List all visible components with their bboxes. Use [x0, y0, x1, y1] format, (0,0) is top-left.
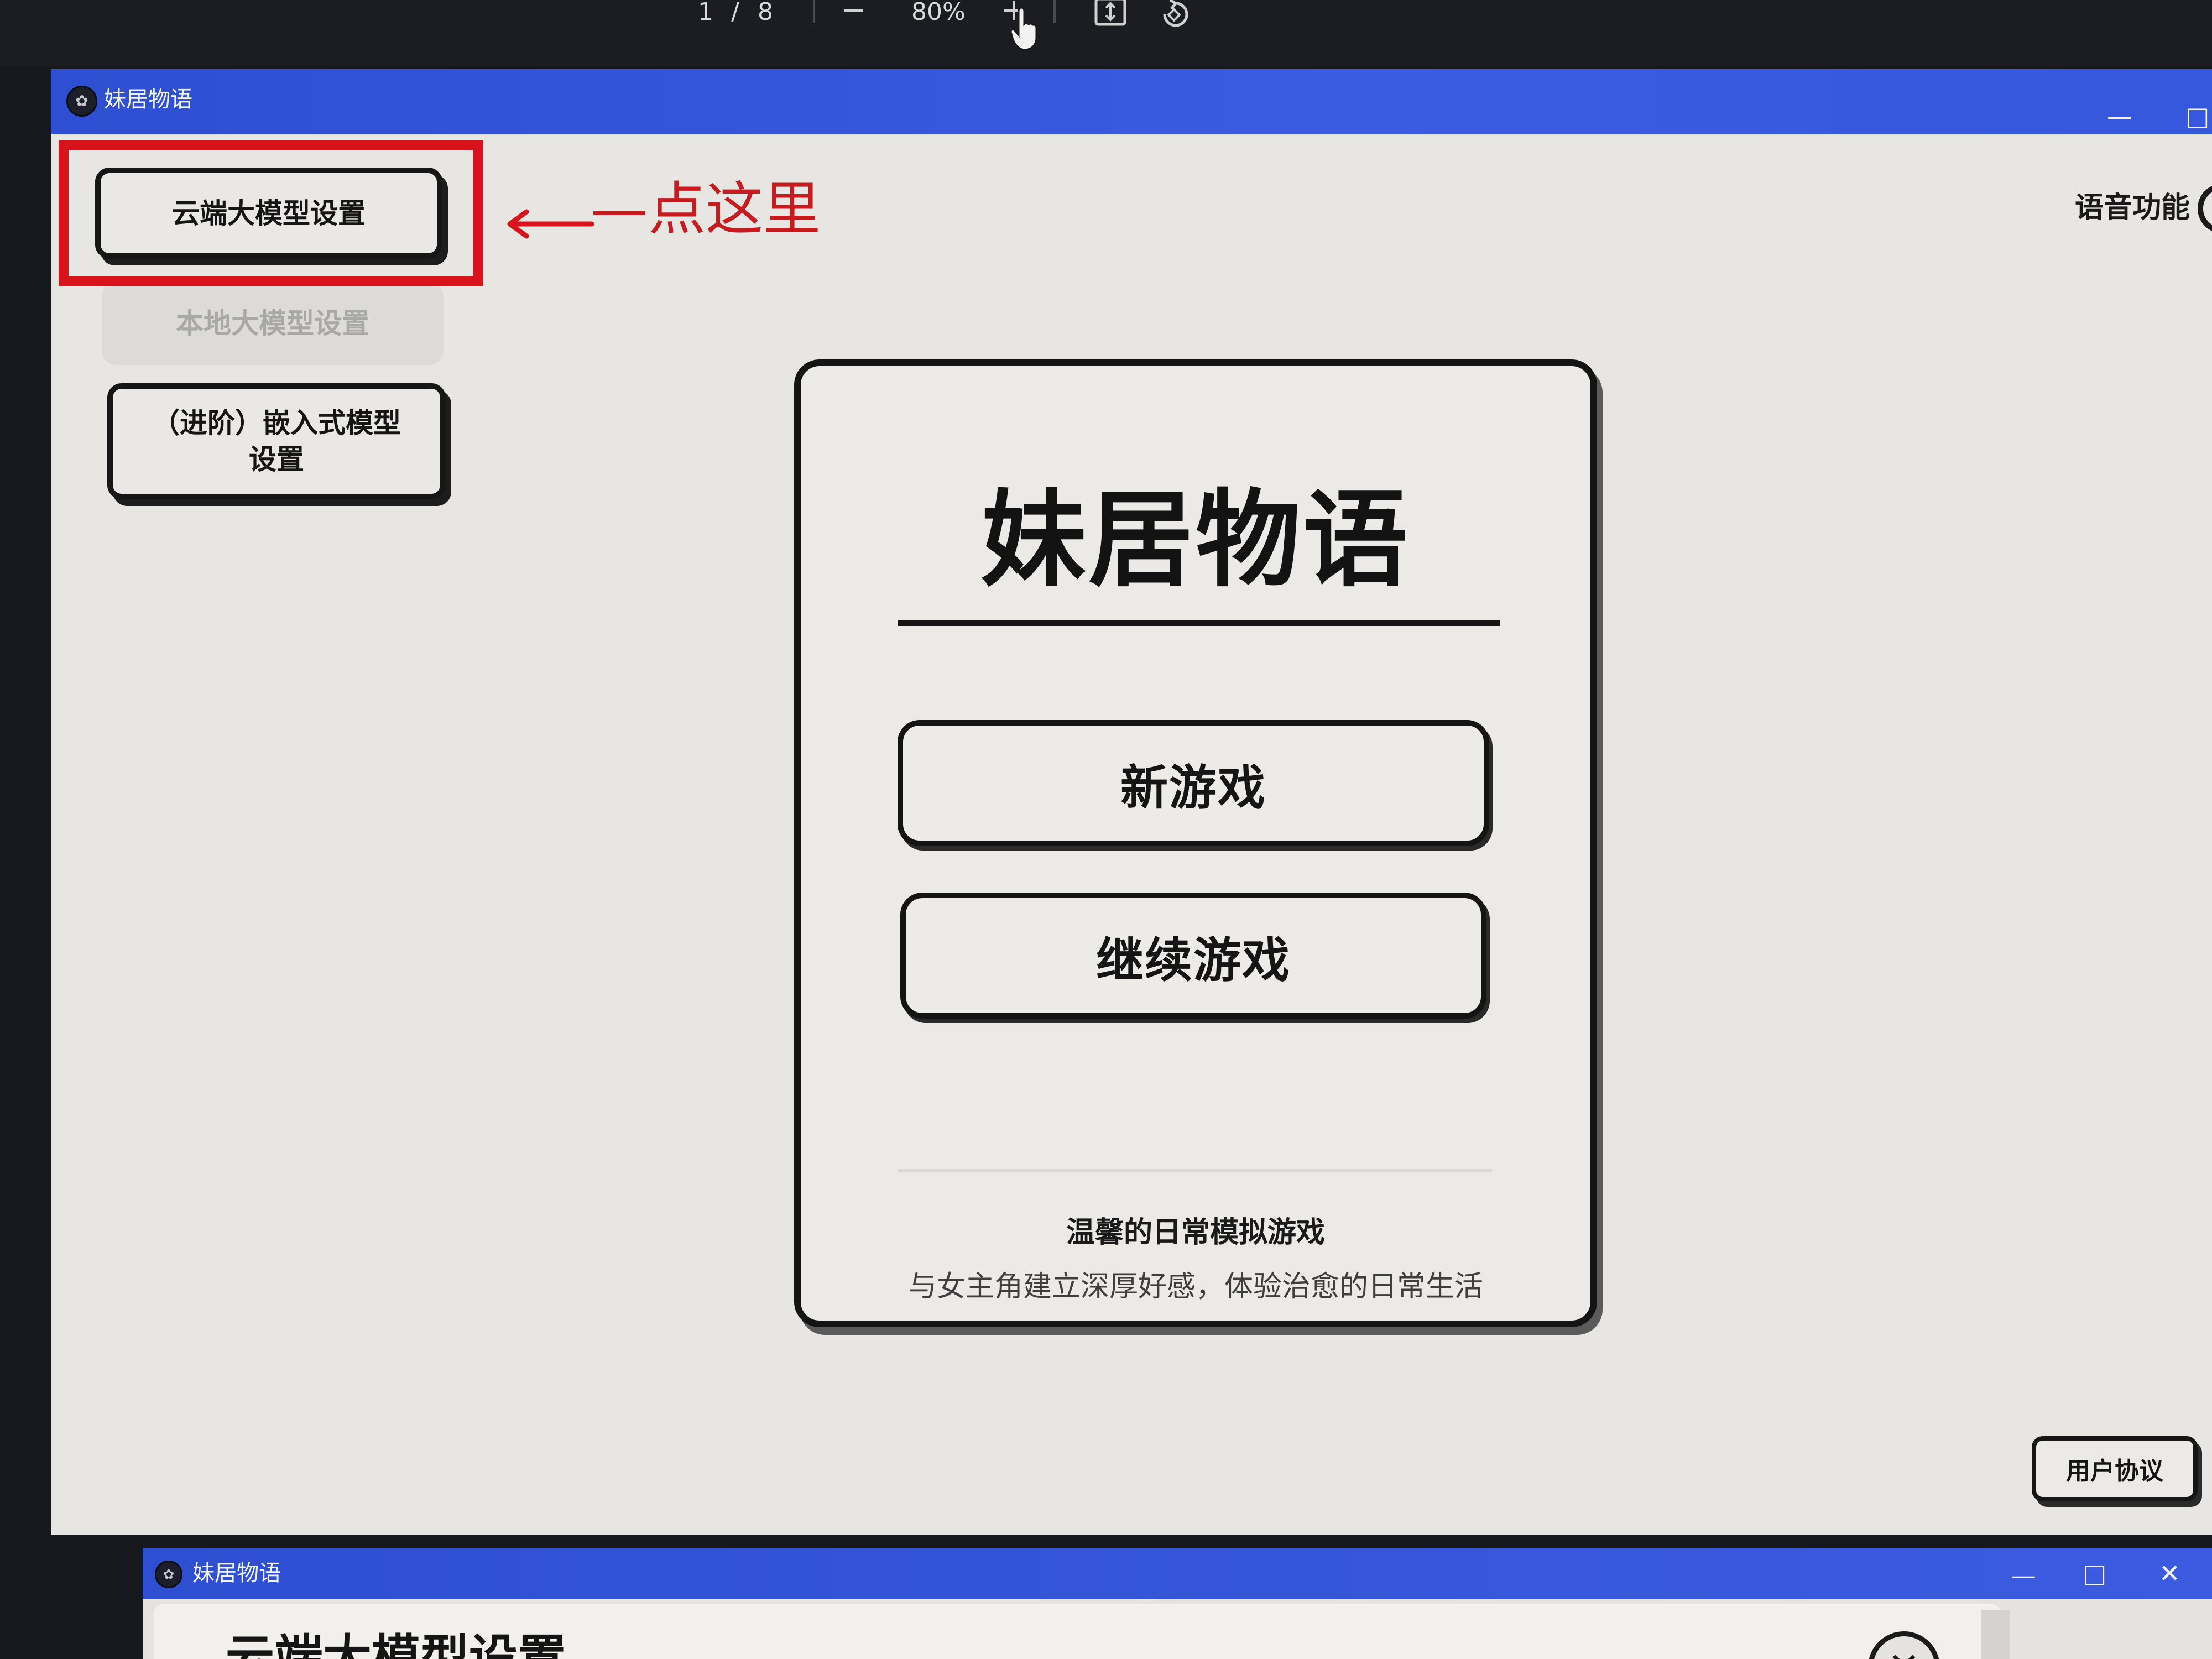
- total-pages: 8: [758, 0, 773, 26]
- continue-game-label: 继续游戏: [1096, 932, 1291, 988]
- new-game-button[interactable]: 新游戏: [898, 720, 1489, 846]
- tagline: 温馨的日常模拟游戏: [1066, 1216, 1325, 1249]
- settings-window: ✿ 妹居物语 — □ ✕ 云端大模型设置 ✕: [143, 1548, 2212, 1659]
- embedded-model-settings-button[interactable]: （进阶）嵌入式模型 设置: [107, 383, 446, 499]
- toolbar-divider: [813, 0, 815, 23]
- continue-game-button[interactable]: 继续游戏: [900, 893, 1486, 1019]
- embedded-model-line2: 设置: [249, 444, 304, 476]
- main-menu-card: 妹居物语 新游戏 继续游戏 温馨的日常模拟游戏 与女主角建立深厚好感，体验治愈的…: [794, 359, 1597, 1327]
- settings-heading: 云端大模型设置: [226, 1629, 567, 1659]
- app-icon: ✿: [66, 86, 97, 117]
- local-model-settings-button[interactable]: 本地大模型设置: [102, 282, 444, 365]
- toolbar-divider: [1053, 0, 1056, 23]
- new-game-label: 新游戏: [1120, 760, 1266, 816]
- main-game-window: ✿ 妹居物语 — □ 云端大模型设置 本地大模型设置 （进阶）嵌入式模型 设置 …: [51, 69, 2212, 1535]
- minus-icon[interactable]: −: [841, 0, 867, 26]
- footer-divider: [898, 1169, 1492, 1172]
- voice-feature-label: 语音功能: [2075, 191, 2190, 225]
- zoom-level[interactable]: 80%: [911, 0, 966, 28]
- annotation-highlight-box: [59, 140, 483, 286]
- minimize-button[interactable]: —: [2107, 102, 2132, 130]
- title-divider: [898, 620, 1500, 626]
- maximize-button[interactable]: □: [2185, 102, 2209, 130]
- scrollbar[interactable]: [1981, 1610, 2010, 1659]
- annotation-text: —点这里: [591, 175, 821, 243]
- fit-page-icon[interactable]: [1094, 0, 1127, 30]
- settings-window-title-bar[interactable]: ✿ 妹居物语 — □ ✕: [143, 1548, 2212, 1599]
- game-title: 妹居物语: [980, 479, 1410, 601]
- pointer-cursor-icon: [1010, 7, 1037, 53]
- user-agreement-label: 用户协议: [2066, 1457, 2163, 1485]
- title-bar[interactable]: ✿ 妹居物语 — □: [51, 69, 2212, 134]
- window-title: 妹居物语: [104, 87, 192, 112]
- current-page[interactable]: 1: [698, 0, 713, 28]
- annotation-arrow-icon: [505, 207, 594, 243]
- app-icon: ✿: [155, 1561, 182, 1588]
- subtagline: 与女主角建立深厚好感，体验治愈的日常生活: [907, 1270, 1483, 1303]
- local-model-settings-label: 本地大模型设置: [176, 307, 369, 340]
- embedded-model-line1: （进阶）嵌入式模型: [152, 407, 401, 439]
- rotate-icon[interactable]: [1158, 0, 1192, 32]
- user-agreement-button[interactable]: 用户协议: [2032, 1436, 2198, 1501]
- maximize-button[interactable]: □: [2083, 1559, 2106, 1587]
- viewer-toolbar: 1 / 8 − 80% +: [0, 0, 2212, 66]
- close-button[interactable]: ✕: [2159, 1559, 2180, 1587]
- minimize-button[interactable]: —: [2011, 1562, 2036, 1589]
- page-separator: /: [731, 0, 739, 26]
- embedded-model-settings-label: （进阶）嵌入式模型 设置: [152, 405, 401, 478]
- voice-toggle[interactable]: [2198, 184, 2212, 233]
- settings-window-title: 妹居物语: [192, 1561, 281, 1586]
